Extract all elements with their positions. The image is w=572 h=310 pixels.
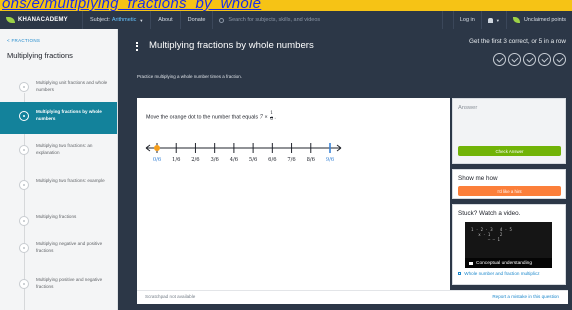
tick-label: 3/6 — [210, 157, 219, 163]
sidebar: < FRACTIONS Multiplying fractions Multip… — [0, 29, 118, 310]
tick-label: 4/6 — [229, 157, 239, 163]
check-answer-button[interactable]: Check Answer — [458, 146, 561, 156]
check-circle-icon — [493, 53, 506, 66]
question-fraction: 1 6 — [270, 111, 273, 122]
about-link[interactable]: About — [151, 11, 181, 29]
search-placeholder: Search for subjects, skills, and videos — [228, 17, 321, 23]
fraction-denominator: 6 — [270, 116, 273, 122]
tick-label: 2/6 — [191, 157, 200, 163]
question-prefix: Move the orange dot to the number that e… — [146, 114, 259, 121]
chalk-scribble: 1 · 2 · 3 4 · 5 x · 1 2 — — 1 — [471, 227, 512, 242]
logo-text: KHANACADEMY — [18, 17, 68, 23]
question-times: × — [264, 114, 268, 121]
tick-label: 7/6 — [287, 157, 296, 163]
orange-draggable-dot[interactable] — [154, 145, 160, 151]
sidebar-item-label: Multiplying negative and positive fracti… — [36, 241, 103, 253]
sidebar-item[interactable]: Multiplying negative and positive fracti… — [0, 234, 117, 262]
chevron-down-icon: ▼ — [495, 17, 500, 23]
search-icon — [219, 17, 225, 23]
progress-dot-icon — [19, 243, 29, 253]
question-suffix: . — [274, 114, 276, 121]
video-link-icon — [458, 272, 461, 275]
top-navbar: KHANACADEMY Subject: Arithmetic ▼ About … — [0, 11, 572, 29]
number-line-axis — [145, 143, 342, 153]
back-to-fractions-link[interactable]: < FRACTIONS — [7, 38, 40, 43]
sidebar-item-label: Multiplying two fractions: an explanatio… — [36, 143, 93, 155]
sidebar-item-label: Multiplying positive and negative fracti… — [36, 277, 103, 289]
fraction-numerator: 1 — [270, 111, 273, 116]
hint-label: Show me how — [458, 175, 498, 182]
answer-panel: Answer Check Answer — [452, 98, 566, 164]
exercise-header: Multiplying fractions by whole numbers P… — [118, 29, 572, 91]
exercise-description: Practice multiplying a whole number time… — [137, 74, 243, 79]
url-banner: ons/e/multiplying_fractions_by_whole — [0, 0, 572, 11]
check-circle-icon — [508, 53, 521, 66]
check-circle-icon — [523, 53, 536, 66]
sidebar-item[interactable]: Multiplying positive and negative fracti… — [0, 270, 117, 298]
thumbnail-caption-bar: Conceptual understanding — [465, 258, 552, 268]
tick-label: 8/6 — [306, 157, 315, 163]
progress-dot-icon — [19, 82, 29, 92]
progress-dot-icon — [19, 279, 29, 289]
hint-panel: Show me how I'd like a hint — [452, 169, 566, 199]
progress-checks — [491, 53, 566, 66]
sidebar-item-label: Multiplying two fractions: example — [36, 178, 105, 183]
progress-dot-icon — [19, 145, 29, 155]
subject-dropdown[interactable]: Subject: Arithmetic ▼ — [83, 11, 152, 29]
sidebar-title: Multiplying fractions — [7, 51, 73, 60]
check-circle-icon — [553, 53, 566, 66]
leaf-icon — [6, 17, 15, 23]
subject-label: Subject: — [90, 17, 110, 23]
progress-dot-icon — [19, 111, 29, 121]
donate-link[interactable]: Donate — [181, 11, 214, 29]
tick-label: 5/6 — [248, 157, 258, 163]
video-panel: Stuck? Watch a video. 1 · 2 · 3 4 · 5 x … — [452, 204, 566, 285]
exercise-card: Move the orange dot to the number that e… — [137, 98, 450, 290]
video-camera-icon — [469, 261, 473, 265]
sidebar-item[interactable]: Multiplying fractions by whole numbers — [0, 102, 117, 134]
profile-button[interactable]: Unclaimed points — [505, 11, 572, 29]
sidebar-item[interactable]: Multiplying two fractions: example — [0, 171, 117, 199]
progress-dot-icon — [19, 180, 29, 190]
exercise-dots-icon — [136, 42, 138, 51]
sidebar-item[interactable]: Multiplying two fractions: an explanatio… — [0, 136, 117, 164]
hint-button[interactable]: I'd like a hint — [458, 186, 561, 196]
question-text: Move the orange dot to the number that e… — [146, 111, 276, 122]
thumbnail-caption: Conceptual understanding — [476, 260, 533, 266]
video-link[interactable]: Whole number and fraction multiplicz — [458, 271, 540, 276]
exercise-footer: Scratchpad not available Report a mistak… — [137, 290, 568, 304]
sidebar-item-label: Multiplying fractions — [36, 214, 77, 219]
answer-label: Answer — [458, 105, 478, 111]
tick-label: 0/6 — [152, 157, 162, 163]
tick-label: 6/6 — [268, 157, 277, 163]
exercise-title: Multiplying fractions by whole numbers — [149, 40, 314, 51]
report-mistake-link[interactable]: Report a mistake in this question — [492, 294, 559, 299]
progress-dot-icon — [19, 216, 29, 226]
check-circle-icon — [538, 53, 551, 66]
login-link[interactable]: Log in — [452, 11, 481, 29]
video-thumbnail[interactable]: 1 · 2 · 3 4 · 5 x · 1 2 — — 1 Conceptual… — [465, 222, 552, 268]
stuck-label: Stuck? Watch a video. — [458, 210, 521, 217]
search-input[interactable]: Search for subjects, skills, and videos — [213, 11, 444, 29]
tick-label: 9/6 — [325, 157, 335, 163]
question-whole: 7 — [259, 114, 264, 121]
chevron-down-icon: ▼ — [139, 17, 144, 23]
khan-academy-logo[interactable]: KHANACADEMY — [0, 11, 83, 29]
goal-text: Get the first 3 correct, or 5 in a row — [469, 38, 566, 45]
bell-icon — [487, 17, 493, 23]
sidebar-item[interactable]: Multiplying unit fractions and whole num… — [0, 73, 117, 101]
notifications-button[interactable]: ▼ — [480, 11, 506, 29]
tick-label: 1/6 — [172, 157, 181, 163]
url-text: ons/e/multiplying_fractions_by_whole — [2, 0, 262, 11]
video-link-text: Whole number and fraction multiplicz — [464, 271, 540, 276]
sidebar-item-label: Multiplying unit fractions and whole num… — [36, 80, 108, 92]
sidebar-item[interactable]: Multiplying fractions — [0, 207, 117, 235]
subject-value: Arithmetic — [111, 17, 137, 23]
sidebar-item-label: Multiplying fractions by whole numbers — [36, 109, 102, 121]
profile-label: Unclaimed points — [523, 17, 566, 23]
leaf-avatar-icon — [512, 17, 520, 23]
number-line[interactable]: 0/6 1/6 2/6 3/6 4/6 5/6 6/6 7/6 8/6 9/6 — [137, 136, 357, 166]
scratchpad-status: Scratchpad not available — [145, 294, 196, 299]
